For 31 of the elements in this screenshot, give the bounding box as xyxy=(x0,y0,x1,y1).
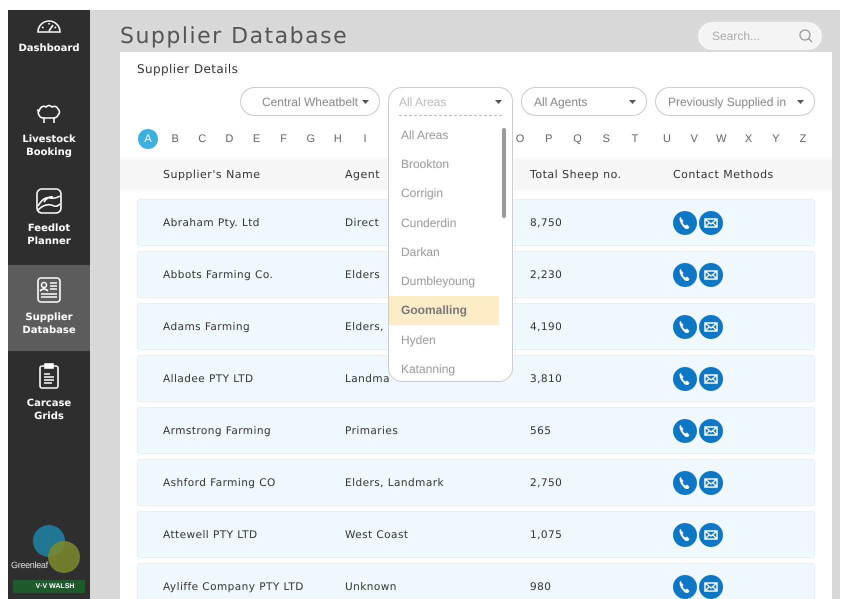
column-header: Agent xyxy=(345,168,382,180)
table-cell: 2,750 xyxy=(530,476,562,488)
table-cell: 1,075 xyxy=(530,528,562,540)
column-header: Total Sheep no. xyxy=(530,168,623,180)
table-cell: Direct xyxy=(345,216,380,228)
table-cell: Attewell PTY LTD xyxy=(163,528,258,540)
table-cell: Elders xyxy=(345,268,380,280)
table-cell: Landma xyxy=(345,372,390,384)
table-cell: Elders, Landmark xyxy=(345,476,444,488)
page-title: Supplier Database xyxy=(120,24,348,48)
section-title: Supplier Details xyxy=(137,62,240,76)
table-cell: West Coast xyxy=(345,528,408,540)
table-cell: 980 xyxy=(530,580,552,592)
table-cell: Adams Farming xyxy=(163,320,250,332)
column-header: Supplier's Name xyxy=(163,168,262,180)
table-cell: Alladee PTY LTD xyxy=(163,372,254,384)
table-cell: Ayliffe Company PTY LTD xyxy=(163,580,304,592)
table-cell: Armstrong Farming xyxy=(163,424,272,436)
table-cell: Ashford Farming CO xyxy=(163,476,276,488)
table-cell: Abbots Farming Co. xyxy=(163,268,274,280)
table-cell: Abraham Pty. Ltd xyxy=(163,216,260,228)
column-header: Contact Methods xyxy=(673,168,774,180)
table-cell: Elders, xyxy=(345,320,384,332)
table-cell: Unknown xyxy=(345,580,397,592)
table-cell: 8,750 xyxy=(530,216,562,228)
logo-text: Greenleaf xyxy=(11,560,48,570)
table-cell: 565 xyxy=(530,424,552,436)
table-cell: 4,190 xyxy=(530,320,562,332)
table-cell: 2,230 xyxy=(530,268,562,280)
table-cell: Primaries xyxy=(345,424,398,436)
table-cell: 3,810 xyxy=(530,372,562,384)
